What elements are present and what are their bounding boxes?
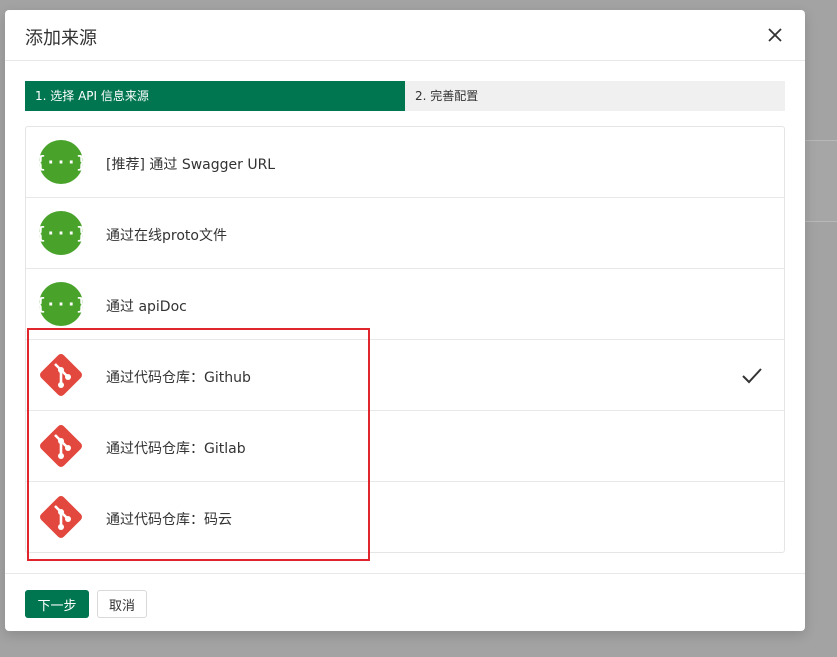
close-icon[interactable] (763, 23, 787, 47)
add-source-dialog: 添加来源 1. 选择 API 信息来源 2. 完善配置 {···} [推荐] 通… (5, 10, 805, 631)
background-panel (805, 140, 837, 222)
svg-text:{···}: {···} (38, 224, 84, 244)
git-icon (38, 423, 84, 469)
step-complete-config: 2. 完善配置 (405, 81, 785, 111)
source-label: 通过代码仓库：Gitlab (106, 441, 246, 457)
dialog-title: 添加来源 (25, 28, 97, 49)
dialog-header: 添加来源 (5, 10, 805, 61)
cancel-button[interactable]: 取消 (97, 590, 147, 618)
source-label: 通过在线proto文件 (106, 228, 227, 244)
source-item-proto-file[interactable]: {···} 通过在线proto文件 (26, 198, 784, 269)
source-item-gitee[interactable]: 通过代码仓库：码云 (26, 482, 784, 553)
step-indicator: 1. 选择 API 信息来源 2. 完善配置 (25, 81, 785, 111)
check-icon (740, 364, 764, 388)
source-label: [推荐] 通过 Swagger URL (106, 157, 276, 173)
source-item-github[interactable]: 通过代码仓库：Github (26, 340, 784, 411)
swagger-icon: {···} (35, 281, 87, 327)
swagger-icon: {···} (35, 139, 87, 185)
source-label: 通过代码仓库：Github (106, 370, 251, 386)
next-button[interactable]: 下一步 (25, 590, 89, 618)
source-item-gitlab[interactable]: 通过代码仓库：Gitlab (26, 411, 784, 482)
dialog-footer: 下一步 取消 (5, 573, 805, 632)
source-list: {···} [推荐] 通过 Swagger URL {···} 通过在线prot… (25, 126, 785, 553)
source-label: 通过代码仓库：码云 (106, 512, 232, 528)
source-item-swagger-url[interactable]: {···} [推荐] 通过 Swagger URL (26, 127, 784, 198)
swagger-icon: {···} (35, 210, 87, 256)
git-icon (38, 494, 84, 540)
source-item-apidoc[interactable]: {···} 通过 apiDoc (26, 269, 784, 340)
step-select-source: 1. 选择 API 信息来源 (25, 81, 405, 111)
git-icon (38, 352, 84, 398)
svg-text:{···}: {···} (38, 153, 84, 173)
source-label: 通过 apiDoc (106, 299, 187, 315)
svg-text:{···}: {···} (38, 295, 84, 315)
